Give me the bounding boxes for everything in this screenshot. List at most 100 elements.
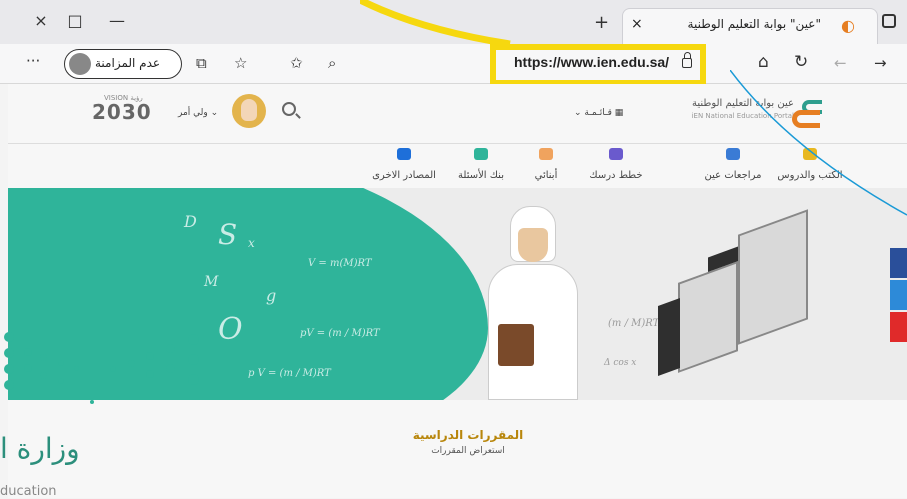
nav-other-resources[interactable]: المصادر الاخرى — [364, 148, 444, 182]
nav-label: أبنائي — [534, 170, 558, 181]
nav-reviews[interactable]: مراجعات عين — [698, 148, 768, 182]
nav-label: الكتب والدروس — [777, 170, 843, 181]
dot — [4, 364, 14, 374]
nav-question-bank[interactable]: بنك الأسئلة — [446, 148, 516, 182]
decor-symbol: Δ cos x — [604, 358, 637, 368]
dot — [146, 370, 154, 378]
ien-logo[interactable] — [788, 94, 828, 134]
nav-lesson-plans[interactable]: خطط درسك — [574, 148, 658, 182]
decor-symbol: p V = (m / M)RT — [248, 368, 331, 379]
tab-title: "عين" بوابة التعليم الوطنية — [687, 17, 821, 31]
decor-symbol: D — [184, 212, 197, 231]
dot — [4, 348, 14, 358]
guardian-dropdown[interactable]: ولي أمر ⌄ — [178, 108, 218, 118]
menu-dropdown[interactable]: ⌄ قـائـمـة ▦ — [574, 108, 623, 118]
ministry-name: وزارة ا — [0, 432, 80, 465]
dot — [188, 354, 199, 365]
nav-label: بنك الأسئلة — [458, 170, 504, 181]
courses-section: المقررات الدراسية استعراض المقررات — [8, 400, 907, 498]
dot — [74, 366, 79, 371]
new-tab-button[interactable]: + — [594, 12, 609, 33]
dot — [24, 348, 32, 356]
window-maximize-button[interactable]: □ — [62, 8, 88, 34]
tab-close-icon[interactable]: × — [631, 16, 643, 32]
add-favorite-icon[interactable]: ✩ — [290, 54, 303, 72]
nav-label: خطط درسك — [589, 170, 643, 181]
profile-button[interactable]: عدم المزامنة — [64, 49, 182, 79]
more-menu-icon[interactable]: ··· — [26, 52, 40, 70]
window-minimize-button[interactable]: — — [104, 8, 130, 34]
collections-icon[interactable]: ⧉ — [196, 54, 207, 72]
teacher-character-illustration — [468, 194, 598, 400]
children-icon — [539, 148, 553, 160]
browser-tab[interactable]: × "عين" بوابة التعليم الوطنية ◐ — [622, 8, 878, 44]
dot — [4, 380, 14, 390]
nav-my-children[interactable]: أبنائي — [518, 148, 574, 182]
side-tab-facebook[interactable] — [890, 248, 907, 278]
dot — [4, 332, 14, 342]
favorites-list-icon[interactable]: ☆ — [234, 54, 247, 72]
dot — [166, 344, 175, 353]
dot — [166, 364, 175, 373]
decor-symbol: O — [218, 312, 243, 347]
portal-name: عين بوابة التعليم الوطنية — [691, 98, 794, 109]
dot — [24, 364, 32, 372]
browser-titlebar: × □ — + × "عين" بوابة التعليم الوطنية ◐ — [0, 0, 907, 44]
side-tab-twitter[interactable] — [890, 280, 907, 310]
side-tab-youtube[interactable] — [890, 312, 907, 342]
question-bank-icon — [474, 148, 488, 160]
back-icon[interactable]: ← — [834, 54, 847, 72]
ien-favicon-icon: ◐ — [841, 16, 855, 35]
address-bar[interactable]: https://www.ien.edu.sa/ — [514, 54, 669, 70]
nav-label: مراجعات عين — [704, 170, 762, 181]
dot — [40, 372, 47, 379]
home-icon[interactable]: ⌂ — [758, 52, 769, 72]
resources-icon — [397, 148, 411, 160]
side-tabs — [890, 248, 907, 344]
search-icon[interactable] — [282, 102, 296, 116]
dot — [58, 378, 64, 384]
window-close-button[interactable]: × — [28, 8, 54, 34]
site-nav: الكتب والدروس مراجعات عين خطط درسك أبنائ… — [8, 144, 907, 188]
nav-books-lessons[interactable]: الكتب والدروس — [770, 148, 850, 182]
dot — [90, 400, 94, 404]
profile-label: عدم المزامنة — [95, 56, 161, 70]
refresh-icon[interactable]: ↻ — [794, 52, 808, 72]
ministry-name-en: ducation — [0, 484, 57, 499]
dot — [58, 360, 64, 366]
portal-name-en: iEN National Education Portal — [691, 112, 794, 120]
decor-symbol: S — [218, 218, 238, 251]
courses-subtitle[interactable]: استعراض المقررات — [388, 446, 548, 456]
dot — [146, 352, 154, 360]
decor-symbol: g — [266, 286, 277, 305]
dot — [188, 334, 199, 345]
books-stack-illustration — [648, 209, 848, 392]
tab-actions-icon[interactable] — [882, 14, 896, 28]
dot — [128, 360, 135, 367]
courses-title[interactable]: المقررات الدراسية — [388, 428, 548, 442]
book-shape — [678, 261, 738, 373]
user-avatar[interactable] — [232, 94, 266, 128]
decor-symbol: x — [248, 236, 255, 250]
decor-symbol: V = m(M)RT — [308, 258, 372, 269]
dot — [110, 366, 116, 372]
decor-symbol: M — [204, 274, 219, 290]
decor-symbol: pV = (m / M)RT — [300, 328, 380, 339]
ministry-logo-dots — [0, 330, 210, 410]
logo-orange-shape — [792, 110, 820, 128]
forward-icon[interactable]: → — [874, 54, 887, 72]
nav-label: المصادر الاخرى — [372, 170, 436, 181]
books-icon — [803, 148, 817, 160]
zoom-icon[interactable]: ⌕ — [328, 54, 336, 72]
browser-toolbar: ··· عدم المزامنة ⧉ ☆ ✩ ⌕ ⌂ ↻ ← → — [0, 44, 907, 84]
lock-icon[interactable] — [682, 52, 692, 68]
site-header: VISION رؤية 2030 ولي أمر ⌄ ⌄ قـائـمـة ▦ … — [8, 84, 907, 144]
book-spine — [658, 297, 680, 377]
pencil-icon — [609, 148, 623, 160]
avatar — [69, 53, 91, 75]
dot — [40, 354, 47, 361]
character-book — [498, 324, 534, 366]
book-shape — [738, 209, 808, 345]
avatar-face — [241, 99, 257, 121]
vision-2030-logo: 2030 — [92, 100, 152, 124]
